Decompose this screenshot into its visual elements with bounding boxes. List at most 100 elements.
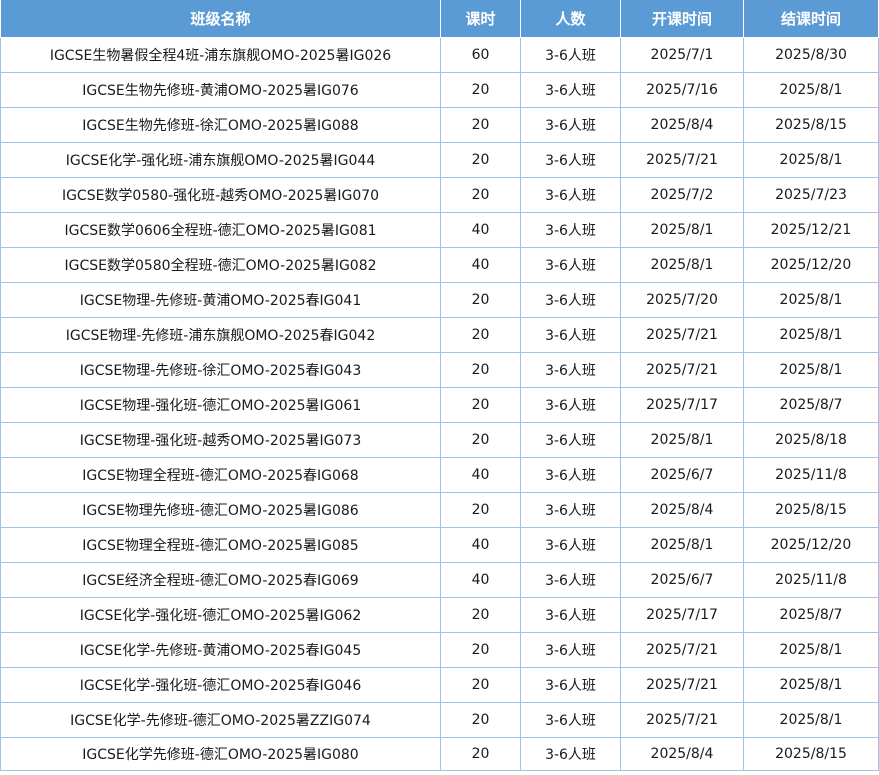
- cell-start-date: 2025/7/17: [620, 597, 744, 633]
- table-row: IGCSE生物先修班-黄浦OMO-2025暑IG076 20 3-6人班 2025/7…: [0, 72, 879, 108]
- table-row: IGCSE生物先修班-徐汇OMO-2025暑IG088 20 3-6人班 2025/8…: [0, 107, 879, 143]
- cell-end-date: 2025/12/20: [743, 247, 879, 283]
- cell-class-size: 3-6人班: [520, 177, 621, 213]
- cell-class-size: 3-6人班: [520, 527, 621, 563]
- cell-end-date: 2025/11/8: [743, 562, 879, 598]
- cell-class-size: 3-6人班: [520, 107, 621, 143]
- cell-start-date: 2025/7/21: [620, 317, 744, 353]
- cell-start-date: 2025/7/21: [620, 142, 744, 178]
- column-header-hours: 课时: [440, 0, 521, 38]
- cell-hours: 40: [440, 212, 521, 248]
- cell-end-date: 2025/8/1: [743, 352, 879, 388]
- cell-hours: 20: [440, 282, 521, 318]
- cell-class-name: IGCSE物理-强化班-越秀OMO-2025暑IG073: [0, 422, 441, 458]
- cell-hours: 40: [440, 247, 521, 283]
- cell-class-size: 3-6人班: [520, 492, 621, 528]
- cell-hours: 40: [440, 562, 521, 598]
- cell-class-name: IGCSE化学-先修班-黄浦OMO-2025春IG045: [0, 632, 441, 668]
- cell-hours: 20: [440, 422, 521, 458]
- table-row: IGCSE物理-先修班-浦东旗舰OMO-2025春IG042 20 3-6人班 202…: [0, 317, 879, 353]
- cell-start-date: 2025/6/7: [620, 457, 744, 493]
- cell-class-size: 3-6人班: [520, 212, 621, 248]
- table-header: 班级名称 课时 人数 开课时间 结课时间: [0, 0, 879, 38]
- cell-start-date: 2025/7/2: [620, 177, 744, 213]
- cell-class-name: IGCSE物理先修班-德汇OMO-2025暑IG086: [0, 492, 441, 528]
- cell-hours: 60: [440, 37, 521, 73]
- column-header-class-size: 人数: [520, 0, 621, 38]
- cell-class-name: IGCSE物理全程班-德汇OMO-2025暑IG085: [0, 527, 441, 563]
- cell-class-name: IGCSE化学-强化班-德汇OMO-2025春IG046: [0, 667, 441, 703]
- cell-start-date: 2025/7/1: [620, 37, 744, 73]
- column-header-class-name: 班级名称: [0, 0, 441, 38]
- cell-end-date: 2025/12/21: [743, 212, 879, 248]
- cell-class-name: IGCSE数学0580全程班-德汇OMO-2025暑IG082: [0, 247, 441, 283]
- table-row: IGCSE化学-先修班-黄浦OMO-2025春IG045 20 3-6人班 2025/…: [0, 632, 879, 668]
- cell-class-name: IGCSE物理-强化班-德汇OMO-2025暑IG061: [0, 387, 441, 423]
- cell-start-date: 2025/7/21: [620, 352, 744, 388]
- cell-start-date: 2025/7/21: [620, 667, 744, 703]
- cell-class-size: 3-6人班: [520, 72, 621, 108]
- cell-class-size: 3-6人班: [520, 247, 621, 283]
- cell-class-size: 3-6人班: [520, 632, 621, 668]
- cell-end-date: 2025/8/1: [743, 282, 879, 318]
- table-row: IGCSE物理-先修班-黄浦OMO-2025春IG041 20 3-6人班 2025/…: [0, 282, 879, 318]
- cell-class-size: 3-6人班: [520, 457, 621, 493]
- cell-class-size: 3-6人班: [520, 597, 621, 633]
- cell-class-name: IGCSE数学0606全程班-德汇OMO-2025暑IG081: [0, 212, 441, 248]
- table-row: IGCSE数学0580全程班-德汇OMO-2025暑IG082 40 3-6人班 20…: [0, 247, 879, 283]
- cell-class-size: 3-6人班: [520, 422, 621, 458]
- cell-end-date: 2025/8/15: [743, 737, 879, 771]
- cell-start-date: 2025/8/4: [620, 737, 744, 771]
- cell-class-name: IGCSE物理-先修班-徐汇OMO-2025春IG043: [0, 352, 441, 388]
- table-row: IGCSE物理-先修班-徐汇OMO-2025春IG043 20 3-6人班 2025/…: [0, 352, 879, 388]
- cell-class-name: IGCSE生物先修班-徐汇OMO-2025暑IG088: [0, 107, 441, 143]
- cell-hours: 20: [440, 702, 521, 738]
- cell-hours: 40: [440, 457, 521, 493]
- table-row: IGCSE化学-强化班-德汇OMO-2025暑IG062 20 3-6人班 2025/…: [0, 597, 879, 633]
- cell-hours: 20: [440, 667, 521, 703]
- table-row: IGCSE物理-强化班-越秀OMO-2025暑IG073 20 3-6人班 2025/…: [0, 422, 879, 458]
- cell-class-name: IGCSE经济全程班-德汇OMO-2025春IG069: [0, 562, 441, 598]
- cell-end-date: 2025/8/15: [743, 107, 879, 143]
- cell-hours: 20: [440, 177, 521, 213]
- cell-end-date: 2025/8/1: [743, 702, 879, 738]
- cell-end-date: 2025/8/18: [743, 422, 879, 458]
- column-header-start-date: 开课时间: [620, 0, 744, 38]
- cell-hours: 20: [440, 632, 521, 668]
- cell-end-date: 2025/8/7: [743, 597, 879, 633]
- cell-class-size: 3-6人班: [520, 37, 621, 73]
- cell-class-size: 3-6人班: [520, 352, 621, 388]
- cell-start-date: 2025/7/16: [620, 72, 744, 108]
- cell-hours: 20: [440, 387, 521, 423]
- cell-end-date: 2025/8/1: [743, 317, 879, 353]
- table-body: IGCSE生物暑假全程4班-浦东旗舰OMO-2025暑IG026 60 3-6人班 2…: [0, 37, 879, 771]
- cell-class-name: IGCSE物理-先修班-黄浦OMO-2025春IG041: [0, 282, 441, 318]
- cell-start-date: 2025/7/20: [620, 282, 744, 318]
- column-header-end-date: 结课时间: [743, 0, 879, 38]
- cell-class-name: IGCSE化学先修班-德汇OMO-2025暑IG080: [0, 737, 441, 771]
- cell-class-name: IGCSE物理全程班-德汇OMO-2025春IG068: [0, 457, 441, 493]
- cell-hours: 20: [440, 492, 521, 528]
- header-row: 班级名称 课时 人数 开课时间 结课时间: [0, 0, 879, 38]
- cell-class-name: IGCSE物理-先修班-浦东旗舰OMO-2025春IG042: [0, 317, 441, 353]
- cell-hours: 20: [440, 352, 521, 388]
- cell-end-date: 2025/8/1: [743, 142, 879, 178]
- cell-end-date: 2025/8/15: [743, 492, 879, 528]
- cell-end-date: 2025/8/30: [743, 37, 879, 73]
- cell-start-date: 2025/6/7: [620, 562, 744, 598]
- table-row: IGCSE经济全程班-德汇OMO-2025春IG069 40 3-6人班 2025/6…: [0, 562, 879, 598]
- cell-class-name: IGCSE生物暑假全程4班-浦东旗舰OMO-2025暑IG026: [0, 37, 441, 73]
- cell-class-size: 3-6人班: [520, 737, 621, 771]
- cell-start-date: 2025/8/1: [620, 422, 744, 458]
- cell-class-size: 3-6人班: [520, 387, 621, 423]
- table-row: IGCSE物理全程班-德汇OMO-2025暑IG085 40 3-6人班 2025/8…: [0, 527, 879, 563]
- cell-hours: 20: [440, 317, 521, 353]
- table-row: IGCSE生物暑假全程4班-浦东旗舰OMO-2025暑IG026 60 3-6人班 2…: [0, 37, 879, 73]
- cell-class-name: IGCSE化学-强化班-德汇OMO-2025暑IG062: [0, 597, 441, 633]
- class-schedule-table: 班级名称 课时 人数 开课时间 结课时间 IGCSE生物暑假全程4班-浦东旗舰O…: [0, 0, 879, 771]
- table-row: IGCSE化学-强化班-德汇OMO-2025春IG046 20 3-6人班 2025/…: [0, 667, 879, 703]
- cell-end-date: 2025/8/1: [743, 632, 879, 668]
- cell-start-date: 2025/7/21: [620, 632, 744, 668]
- cell-end-date: 2025/8/1: [743, 667, 879, 703]
- cell-class-size: 3-6人班: [520, 667, 621, 703]
